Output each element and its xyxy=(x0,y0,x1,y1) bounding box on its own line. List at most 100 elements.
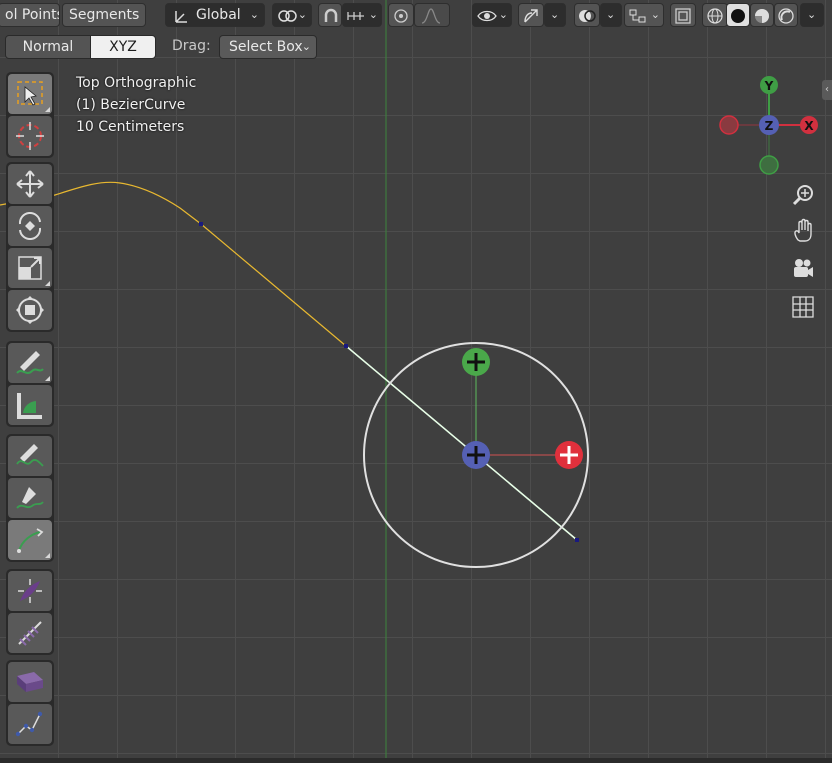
toolbar-group-annotate xyxy=(6,341,54,427)
move-icon xyxy=(16,170,44,198)
overlays-toggle[interactable] xyxy=(574,3,600,27)
snap-target-dropdown[interactable]: ⌄ xyxy=(342,3,382,27)
proportional-edit-icon xyxy=(394,9,408,23)
transform-icon xyxy=(16,296,44,324)
toolbar-group-select xyxy=(6,72,54,158)
xray-icon xyxy=(675,8,691,24)
scene-canvas xyxy=(0,0,589,758)
rendered-shading-button[interactable] xyxy=(774,3,798,27)
pivot-point-dropdown[interactable]: ⌄ xyxy=(272,3,312,27)
move-tool[interactable] xyxy=(8,164,52,204)
view-name-text: Top Orthographic xyxy=(76,75,197,91)
proportional-edit-toggle[interactable] xyxy=(388,3,414,27)
overlays-icon xyxy=(579,10,596,22)
material-shading-button[interactable] xyxy=(750,3,774,27)
normal-mode-button[interactable]: Normal xyxy=(5,35,91,59)
rotate-icon xyxy=(18,212,42,240)
chevron-down-icon: ⌄ xyxy=(650,8,660,21)
mesh-overlays-icon xyxy=(629,9,646,23)
navigation-gizmo[interactable]: Y X Z xyxy=(715,72,825,178)
mesh-edit-overlays-dropdown[interactable]: ⌄ xyxy=(624,3,664,27)
visibility-icon xyxy=(477,10,497,22)
zoom-button[interactable] xyxy=(790,182,816,208)
move-x-handle[interactable] xyxy=(555,441,583,469)
grid-scale-text: 10 Centimeters xyxy=(76,119,185,135)
transform-tool[interactable] xyxy=(8,290,52,330)
chevron-down-icon: ⌄ xyxy=(368,8,378,21)
move-y-handle[interactable] xyxy=(462,348,490,376)
measure-icon xyxy=(17,393,42,419)
transform-orientation-dropdown[interactable]: Global ⌄ xyxy=(165,3,265,27)
radius-icon xyxy=(18,579,42,603)
falloff-dropdown[interactable] xyxy=(414,3,450,27)
curve-draw-icon xyxy=(17,528,44,553)
scale-icon xyxy=(18,256,42,280)
tilt-icon xyxy=(18,621,42,646)
solid-shading-button[interactable] xyxy=(726,3,750,27)
y-axis-label: Y xyxy=(764,79,774,93)
select-box-tool[interactable] xyxy=(8,74,52,114)
neg-x-axis-ball[interactable] xyxy=(719,115,739,135)
drag-select-dropdown[interactable]: Select Box ⌄ xyxy=(219,35,317,59)
rendered-shading-icon xyxy=(778,8,794,24)
chevron-down-icon: ⌄ xyxy=(550,8,560,21)
chevron-left-icon: ‹ xyxy=(825,84,829,95)
randomize-tool[interactable] xyxy=(8,704,52,744)
selectability-visibility-dropdown[interactable]: ⌄ xyxy=(472,3,512,27)
gizmo-dropdown[interactable]: ⌄ xyxy=(544,3,566,27)
shading-options-dropdown[interactable]: ⌄ xyxy=(800,3,824,27)
chevron-down-icon: ⌄ xyxy=(249,8,259,21)
toolbar-group-extrude xyxy=(6,660,54,746)
material-shading-icon xyxy=(755,9,769,23)
pen-tool[interactable] xyxy=(8,478,52,518)
viewport-header: ol Points Segments Global ⌄ ⌄ ⌄ ⌄ ⌄ ⌄ ⌄ xyxy=(0,0,832,30)
control-points-select-button[interactable]: ol Points xyxy=(0,3,60,27)
gizmo-toggle[interactable] xyxy=(518,3,544,27)
segments-select-button[interactable]: Segments xyxy=(62,3,146,27)
annotate-tool[interactable] xyxy=(8,343,52,383)
wireframe-shading-button[interactable] xyxy=(702,3,728,27)
control-point[interactable] xyxy=(344,344,348,348)
xray-toggle[interactable] xyxy=(670,3,696,27)
control-point[interactable] xyxy=(199,222,203,226)
snap-toggle[interactable] xyxy=(318,3,342,27)
control-point[interactable] xyxy=(575,538,579,542)
extrude-tool[interactable] xyxy=(8,662,52,702)
transform-orientation-icon xyxy=(175,11,187,23)
rotate-tool[interactable] xyxy=(8,206,52,246)
chevron-down-icon: ⌄ xyxy=(498,8,508,21)
camera-view-button[interactable] xyxy=(790,256,816,282)
wireframe-shading-icon xyxy=(707,8,723,24)
xyz-mode-button[interactable]: XYZ xyxy=(90,35,156,59)
gizmo-icon xyxy=(524,9,538,23)
drag-label: Drag: xyxy=(172,38,211,54)
overlays-dropdown[interactable]: ⌄ xyxy=(600,3,622,27)
draw-icon xyxy=(16,444,44,467)
chevron-down-icon: ⌄ xyxy=(606,8,616,21)
ortho-grid-icon xyxy=(792,296,814,318)
randomize-icon xyxy=(15,711,43,737)
pan-hand-icon xyxy=(794,218,812,242)
snap-magnet-icon xyxy=(324,8,338,22)
snap-increment-icon xyxy=(347,12,364,20)
curve-draw-tool[interactable] xyxy=(8,520,52,560)
cursor-tool[interactable] xyxy=(8,116,52,156)
toolbar-group-draw xyxy=(6,434,54,562)
measure-tool[interactable] xyxy=(8,385,52,425)
extrude-icon xyxy=(17,672,43,692)
radius-tool[interactable] xyxy=(8,571,52,611)
falloff-icon xyxy=(421,8,441,24)
tilt-tool[interactable] xyxy=(8,613,52,653)
neg-y-axis-ball[interactable] xyxy=(759,155,779,175)
draw-tool[interactable] xyxy=(8,436,52,476)
z-axis-label: Z xyxy=(765,119,774,133)
chevron-down-icon: ⌄ xyxy=(301,40,311,53)
ortho-toggle-button[interactable] xyxy=(790,294,816,320)
scale-tool[interactable] xyxy=(8,248,52,288)
object-name-text: (1) BezierCurve xyxy=(76,97,186,113)
move-center-handle[interactable] xyxy=(462,441,490,469)
viewport-bottom-edge xyxy=(0,758,832,763)
x-axis-label: X xyxy=(804,119,814,133)
sidebar-toggle-tab[interactable]: ‹ xyxy=(822,80,832,100)
pan-button[interactable] xyxy=(790,218,816,244)
